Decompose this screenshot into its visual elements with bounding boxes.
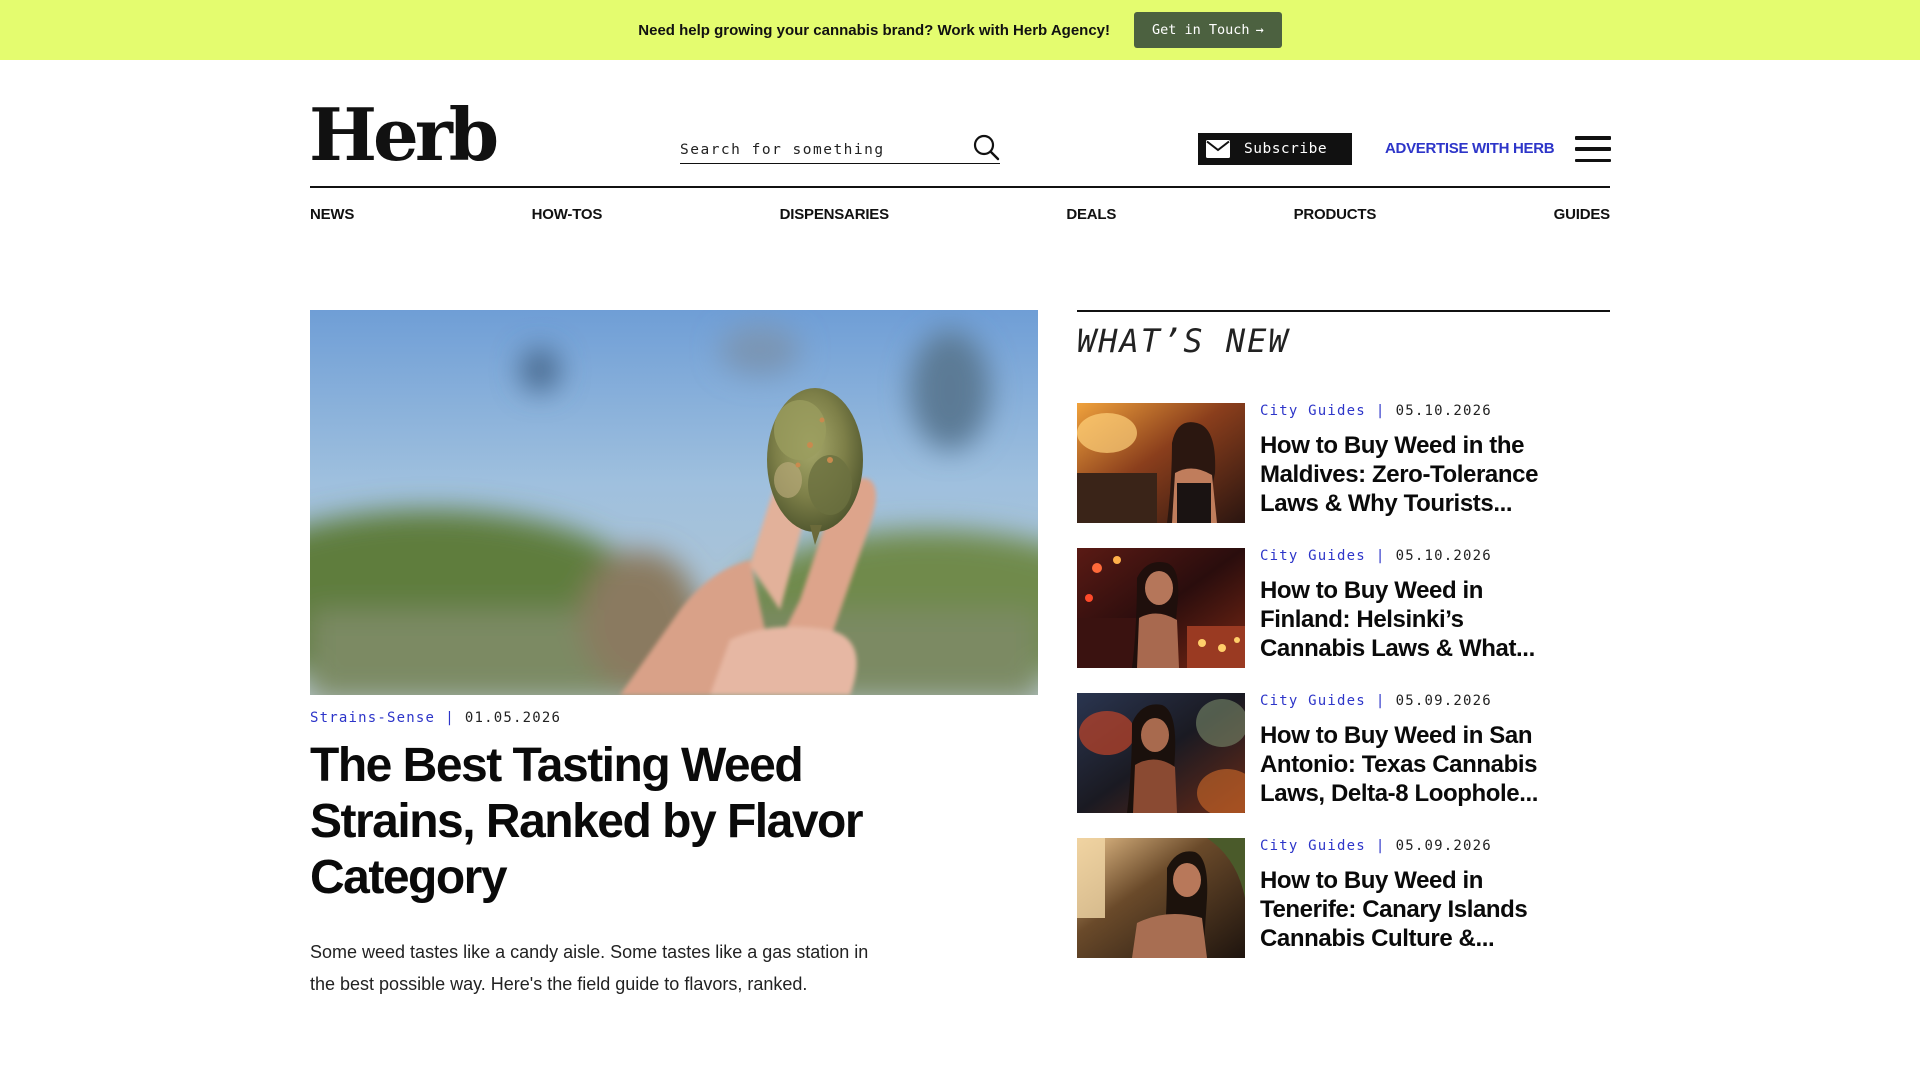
list-item[interactable]: City Guides | 05.10.2026 How to Buy Weed… xyxy=(1077,403,1610,548)
article-date: 05.09.2026 xyxy=(1395,693,1492,709)
main-nav: NEWS HOW-TOS DISPENSARIES DEALS PRODUCTS… xyxy=(310,206,1610,223)
feature-description: Some weed tastes like a candy aisle. Som… xyxy=(310,942,869,994)
feature-title[interactable]: The Best Tasting Weed Strains, Ranked by… xyxy=(310,738,950,906)
site-logo[interactable]: Herb xyxy=(309,95,499,175)
nav-item-deals[interactable]: DEALS xyxy=(1066,206,1116,223)
nav-item-dispensaries[interactable]: DISPENSARIES xyxy=(780,206,889,223)
article-thumbnail[interactable] xyxy=(1077,403,1245,523)
nav-item-products[interactable]: PRODUCTS xyxy=(1294,206,1377,223)
article-thumbnail[interactable] xyxy=(1077,693,1245,813)
article-category[interactable]: City Guides xyxy=(1260,548,1366,564)
article-date: 05.09.2026 xyxy=(1395,838,1492,854)
hamburger-menu-icon[interactable] xyxy=(1575,136,1611,162)
thumbnail-photo xyxy=(1077,548,1245,668)
thumbnail-photo xyxy=(1077,693,1245,813)
get-in-touch-label: Get in Touch xyxy=(1152,22,1250,38)
nav-item-how-tos[interactable]: HOW-TOS xyxy=(532,206,603,223)
article-meta: City Guides | 05.09.2026 xyxy=(1260,693,1560,709)
search-icon[interactable] xyxy=(972,133,1000,161)
thumbnail-photo xyxy=(1077,403,1245,523)
article-thumbnail[interactable] xyxy=(1077,838,1245,958)
advertise-link[interactable]: ADVERTISE WITH HERB xyxy=(1385,140,1555,157)
article-meta: City Guides | 05.09.2026 xyxy=(1260,838,1560,854)
list-item[interactable]: City Guides | 05.09.2026 How to Buy Weed… xyxy=(1077,693,1610,838)
article-category[interactable]: City Guides xyxy=(1260,838,1366,854)
article-thumbnail[interactable] xyxy=(1077,548,1245,668)
search-bar xyxy=(680,130,1000,164)
subscribe-button[interactable]: Subscribe xyxy=(1198,133,1352,165)
feature-date: 01.05.2026 xyxy=(464,710,562,726)
article-date: 05.10.2026 xyxy=(1395,403,1492,419)
header-divider xyxy=(310,186,1610,188)
arrow-right-icon: → xyxy=(1255,22,1264,38)
nav-item-news[interactable]: NEWS xyxy=(310,206,354,223)
feature-image[interactable] xyxy=(310,310,1038,695)
article-date: 05.10.2026 xyxy=(1395,548,1492,564)
nav-item-guides[interactable]: GUIDES xyxy=(1554,206,1611,223)
feature-category[interactable]: Strains-Sense xyxy=(310,710,435,726)
meta-separator: | xyxy=(1375,548,1386,564)
get-in-touch-button[interactable]: Get in Touch → xyxy=(1134,12,1282,48)
cannabis-bud-photo xyxy=(310,310,1038,695)
article-meta: City Guides | 05.10.2026 xyxy=(1260,548,1560,564)
feature-meta: Strains-Sense | 01.05.2026 xyxy=(310,710,561,726)
meta-separator: | xyxy=(1375,403,1386,419)
promo-banner: Need help growing your cannabis brand? W… xyxy=(0,0,1920,60)
whats-new-heading: WHAT’S NEW xyxy=(1077,322,1290,360)
article-meta: City Guides | 05.10.2026 xyxy=(1260,403,1560,419)
article-title[interactable]: How to Buy Weed in the Maldives: Zero-To… xyxy=(1260,431,1560,518)
article-title[interactable]: How to Buy Weed in San Antonio: Texas Ca… xyxy=(1260,721,1560,808)
list-item[interactable]: City Guides | 05.09.2026 How to Buy Weed… xyxy=(1077,838,1610,983)
article-title[interactable]: How to Buy Weed in Tenerife: Canary Isla… xyxy=(1260,866,1560,953)
promo-text: Need help growing your cannabis brand? W… xyxy=(638,21,1111,39)
list-item[interactable]: City Guides | 05.10.2026 How to Buy Weed… xyxy=(1077,548,1610,693)
search-input[interactable] xyxy=(680,135,950,158)
thumbnail-photo xyxy=(1077,838,1245,958)
meta-separator: | xyxy=(1375,838,1386,854)
article-title[interactable]: How to Buy Weed in Finland: Helsinki’s C… xyxy=(1260,576,1560,663)
article-category[interactable]: City Guides xyxy=(1260,693,1366,709)
whats-new-list: City Guides | 05.10.2026 How to Buy Weed… xyxy=(1077,403,1610,983)
subscribe-label: Subscribe xyxy=(1244,141,1328,157)
mail-icon xyxy=(1206,140,1230,158)
meta-separator: | xyxy=(1375,693,1386,709)
whats-new-divider xyxy=(1077,310,1610,312)
article-category[interactable]: City Guides xyxy=(1260,403,1366,419)
meta-separator: | xyxy=(445,710,455,726)
